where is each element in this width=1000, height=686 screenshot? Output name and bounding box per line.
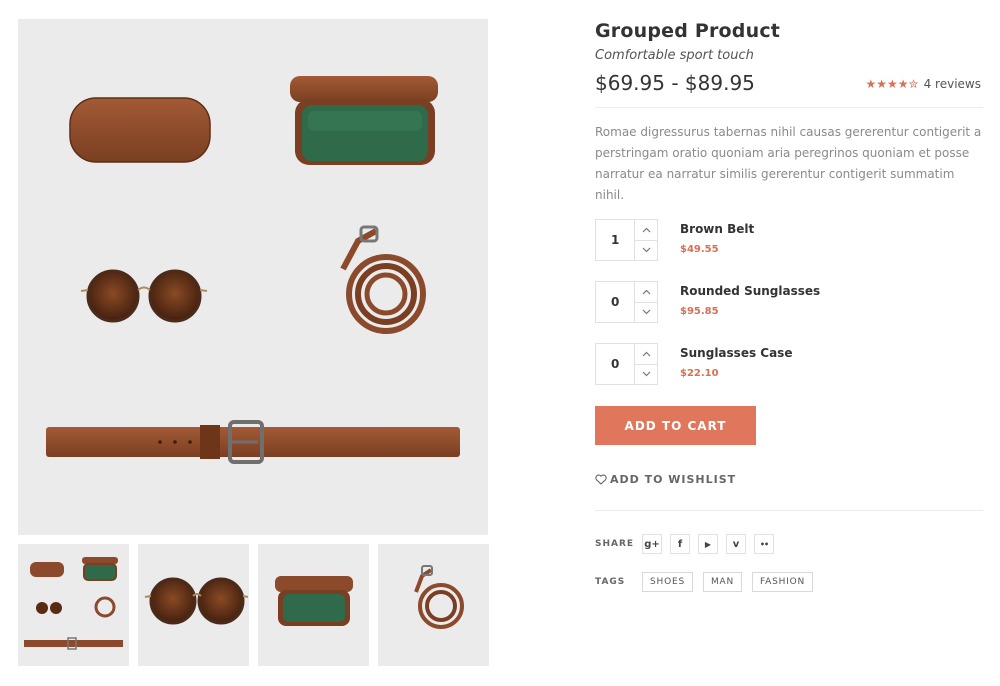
divider — [595, 510, 983, 511]
google-plus-icon[interactable]: g+ — [642, 534, 662, 554]
thumbnail-sunglasses[interactable] — [138, 544, 249, 666]
youtube-icon[interactable]: ▶ — [698, 534, 718, 554]
price-row: $69.95 - $89.95 ★★★★✮ 4 reviews — [595, 71, 983, 108]
reviews-link[interactable]: 4 reviews — [924, 77, 981, 91]
grouped-item-price: $49.55 — [680, 244, 719, 255]
grouped-item: 1 Brown Belt $49.55 — [595, 219, 983, 281]
grouped-item-price: $22.10 — [680, 368, 719, 379]
thumbnail-image — [24, 557, 123, 650]
quantity-stepper[interactable]: 0 — [595, 281, 658, 323]
flickr-icon[interactable]: •• — [754, 534, 774, 554]
product-description: Romae digressurus tabernas nihil causas … — [595, 125, 982, 202]
share-label: SHARE — [595, 539, 635, 549]
closed-case — [69, 97, 211, 163]
decrement-chevron-down-icon[interactable] — [635, 301, 657, 323]
add-to-cart-button[interactable]: ADD TO CART — [595, 406, 756, 445]
main-product-image[interactable] — [18, 19, 488, 535]
quantity-stepper[interactable]: 0 — [595, 343, 658, 385]
star-rating-icon: ★★★★✮ — [865, 77, 919, 91]
share-row: SHARE g+ f ▶ v •• — [595, 534, 782, 554]
quantity-stepper[interactable]: 1 — [595, 219, 658, 261]
product-summary: Grouped Product Comfortable sport touch … — [595, 20, 983, 592]
grouped-item-price: $95.85 — [680, 306, 719, 317]
grouped-item: 0 Rounded Sunglasses $95.85 — [595, 281, 983, 343]
add-to-wishlist-link[interactable]: ADD TO WISHLIST — [595, 470, 736, 489]
increment-chevron-up-icon[interactable] — [635, 344, 657, 364]
product-title: Grouped Product — [595, 20, 781, 42]
thumbnail-image — [414, 565, 464, 629]
grouped-item-name[interactable]: Rounded Sunglasses — [680, 284, 820, 298]
decrement-chevron-down-icon[interactable] — [635, 363, 657, 385]
facebook-icon[interactable]: f — [670, 534, 690, 554]
grouped-item-name[interactable]: Brown Belt — [680, 222, 754, 236]
tag-shoes[interactable]: SHOES — [642, 572, 693, 592]
sunglasses — [80, 269, 208, 323]
quantity-input[interactable]: 0 — [596, 344, 636, 384]
grouped-item-name[interactable]: Sunglasses Case — [680, 346, 792, 360]
wishlist-label: ADD TO WISHLIST — [610, 473, 737, 486]
thumbnail-belt[interactable] — [378, 544, 489, 666]
heart-icon — [595, 470, 607, 489]
product-price: $69.95 - $89.95 — [595, 71, 755, 95]
product-rating[interactable]: ★★★★✮ 4 reviews — [866, 77, 981, 91]
increment-chevron-up-icon[interactable] — [635, 220, 657, 240]
thumbnail-image — [275, 576, 353, 626]
thumbnail-open-case[interactable] — [258, 544, 369, 666]
quantity-input[interactable]: 0 — [596, 282, 636, 322]
decrement-chevron-down-icon[interactable] — [635, 239, 657, 261]
open-case — [290, 76, 438, 165]
tag-man[interactable]: MAN — [702, 572, 743, 592]
increment-chevron-up-icon[interactable] — [635, 282, 657, 302]
thumbnail-image — [144, 577, 249, 625]
tags-label: TAGS — [595, 577, 626, 587]
product-subtitle: Comfortable sport touch — [595, 48, 754, 63]
tags-row: TAGS SHOES MAN FASHION — [595, 572, 823, 592]
thumbnail-all-items[interactable] — [18, 544, 129, 666]
grouped-item: 0 Sunglasses Case $22.10 — [595, 343, 983, 405]
tag-fashion[interactable]: FASHION — [752, 572, 814, 592]
grouped-product-list: 1 Brown Belt $49.55 0 Rounded Sunglasses… — [595, 219, 983, 405]
vimeo-icon[interactable]: v — [726, 534, 746, 554]
product-photo — [46, 76, 460, 464]
quantity-input[interactable]: 1 — [596, 220, 636, 260]
coiled-belt — [340, 225, 426, 334]
long-belt — [46, 420, 460, 464]
